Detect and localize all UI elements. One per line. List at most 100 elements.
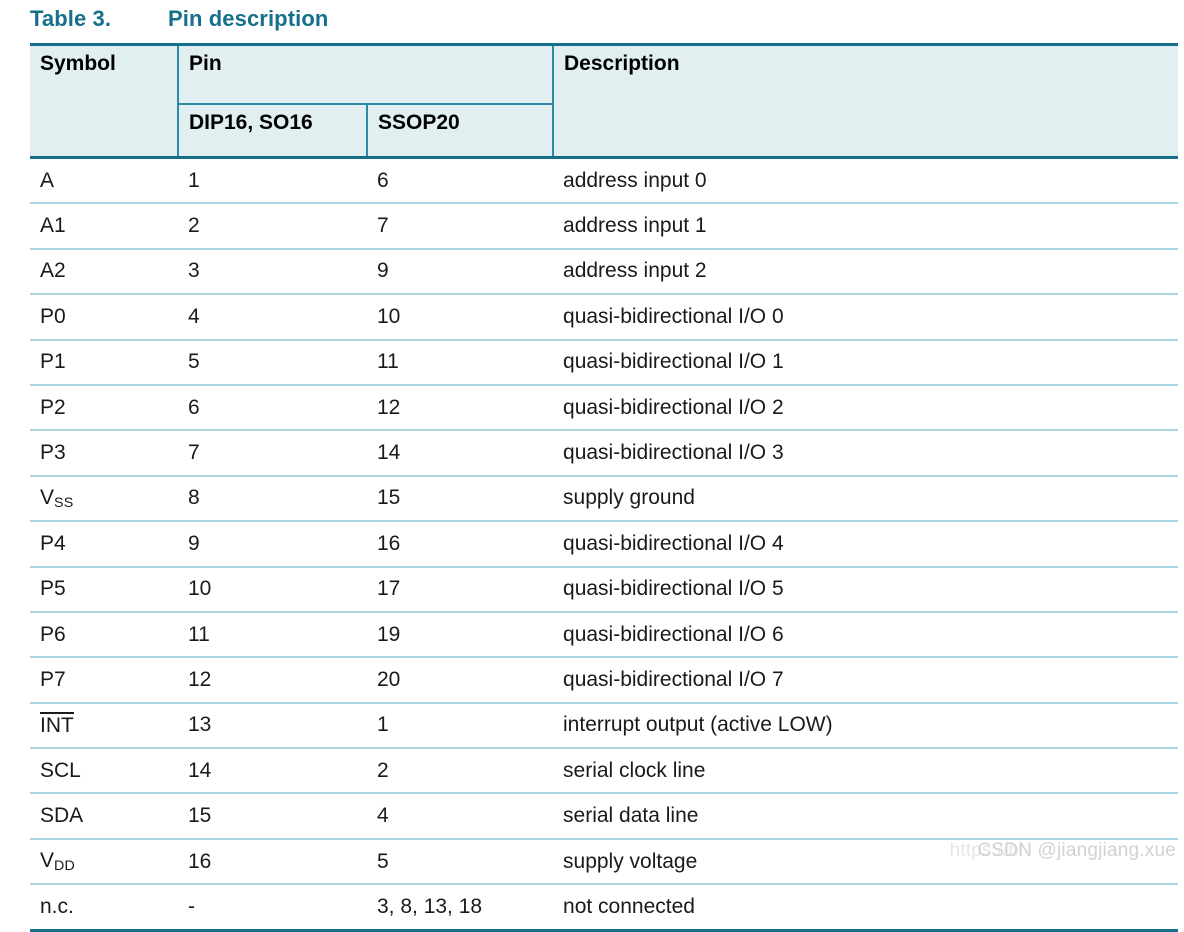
cell-symbol: VSS	[30, 475, 178, 523]
symbol-subscript: SS	[54, 495, 74, 511]
symbol-base: n.c.	[40, 894, 74, 918]
column-header-dip16-so16: DIP16, SO16	[177, 104, 367, 156]
cell-symbol: VDD	[30, 838, 178, 886]
symbol-base: P6	[40, 622, 66, 646]
cell-ssop20: 9	[367, 248, 554, 296]
cell-ssop20: 16	[367, 521, 554, 568]
table-row: P1 5 11 quasi-bidirectional I/O 1	[30, 339, 1179, 386]
symbol-text: P2	[40, 396, 66, 419]
symbol-text: A2	[40, 259, 66, 282]
cell-dip16-so16: 8	[178, 475, 367, 523]
cell-description: quasi-bidirectional I/O 2	[553, 384, 1179, 432]
cell-description: quasi-bidirectional I/O 3	[553, 430, 1179, 477]
cell-description: interrupt output (active LOW)	[553, 702, 1179, 750]
cell-dip16-so16: 11	[178, 611, 367, 659]
cell-symbol: A1	[30, 203, 178, 250]
symbol-text: P7	[40, 668, 66, 691]
cell-ssop20: 11	[367, 339, 554, 386]
column-header-description: Description	[552, 43, 1179, 156]
symbol-text: P1	[40, 350, 66, 373]
table-row: A2 3 9 address input 2	[30, 248, 1179, 296]
cell-symbol: P5	[30, 566, 178, 613]
cell-description: quasi-bidirectional I/O 6	[553, 611, 1179, 659]
cell-symbol: INT	[30, 702, 178, 750]
cell-ssop20: 7	[367, 203, 554, 250]
cell-description: address input 0	[553, 157, 1179, 205]
table-row: VSS 8 15 supply ground	[30, 475, 1179, 523]
cell-dip16-so16: 13	[178, 702, 367, 750]
cell-dip16-so16: 9	[178, 521, 367, 568]
table-row: SCL 14 2 serial clock line	[30, 748, 1179, 795]
cell-symbol: P4	[30, 521, 178, 568]
cell-ssop20: 6	[367, 157, 554, 205]
table-body: A 1 6 address input 0 A1 2 7 address input 1 A2 3…	[30, 157, 1179, 932]
cell-dip16-so16: 14	[178, 748, 367, 795]
table-row: P3 7 14 quasi-bidirectional I/O 3	[30, 430, 1179, 477]
symbol-base: P4	[40, 531, 66, 555]
cell-description: quasi-bidirectional I/O 1	[553, 339, 1179, 386]
cell-description: supply ground	[553, 475, 1179, 523]
cell-dip16-so16: 4	[178, 294, 367, 341]
symbol-text: P3	[40, 441, 66, 464]
pin-description-table: Symbol Pin Description DIP16, SO16 SSOP2…	[30, 43, 1179, 932]
table-row: n.c. -3, 8, 13, 18 not connected	[30, 884, 1179, 932]
table-row: P2 6 12 quasi-bidirectional I/O 2	[30, 384, 1179, 432]
symbol-base: SDA	[40, 804, 84, 828]
table-header: Symbol Pin Description DIP16, SO16 SSOP2…	[30, 43, 1179, 159]
cell-dip16-so16: 7	[178, 430, 367, 477]
symbol-base: A	[40, 168, 55, 192]
symbol-base: P7	[40, 667, 66, 691]
symbol-text: P6	[40, 623, 66, 646]
table-row: P4 9 16 quasi-bidirectional I/O 4	[30, 521, 1179, 568]
table-header-row-primary: Symbol Pin Description	[30, 43, 1179, 156]
cell-ssop20: 5	[367, 838, 554, 886]
symbol-text: P0	[40, 305, 66, 328]
symbol-text: P5	[40, 577, 66, 600]
symbol-base: INT	[40, 714, 74, 738]
cell-dip16-so16: 6	[178, 384, 367, 432]
cell-ssop20: 12	[367, 384, 554, 432]
cell-dip16-so16: 10	[178, 566, 367, 613]
cell-symbol: SDA	[30, 793, 178, 840]
cell-ssop20: 15	[367, 475, 554, 523]
cell-ssop20: 17	[367, 566, 554, 613]
cell-dip16-so16: -	[178, 884, 367, 932]
table-row: A 1 6 address input 0	[30, 157, 1179, 205]
symbol-base: P1	[40, 350, 66, 374]
symbol-text: A1	[40, 214, 66, 237]
symbol-text: SCL	[40, 759, 81, 782]
cell-dip16-so16: 5	[178, 339, 367, 386]
cell-symbol: P0	[30, 294, 178, 341]
column-header-ssop20: SSOP20	[365, 104, 554, 156]
table-caption-label: Table 3.	[30, 6, 112, 31]
symbol-text: n.c.	[40, 895, 74, 918]
table-row: P0 4 10 quasi-bidirectional I/O 0	[30, 294, 1179, 341]
table-row: SDA 15 4 serial data line	[30, 793, 1179, 840]
cell-description: quasi-bidirectional I/O 7	[553, 657, 1179, 704]
symbol-text: INT	[40, 712, 74, 737]
table-row: VDD 16 5 supply voltage	[30, 838, 1179, 886]
cell-ssop20: 10	[367, 294, 554, 341]
cell-ssop20: 4	[367, 793, 554, 840]
table-row: P6 11 19 quasi-bidirectional I/O 6	[30, 611, 1179, 659]
cell-ssop20: 3, 8, 13, 18	[367, 884, 554, 932]
cell-ssop20: 1	[367, 702, 554, 750]
cell-description: address input 1	[553, 203, 1179, 250]
table-row: A1 2 7 address input 1	[30, 203, 1179, 250]
symbol-text: VDD	[40, 849, 75, 874]
symbol-base: P2	[40, 395, 66, 419]
symbol-base: A2	[40, 259, 66, 283]
cell-ssop20: 14	[367, 430, 554, 477]
cell-ssop20: 2	[367, 748, 554, 795]
cell-description: supply voltage	[553, 838, 1179, 886]
cell-symbol: P2	[30, 384, 178, 432]
table-row: P5 10 17 quasi-bidirectional I/O 5	[30, 566, 1179, 613]
table-caption: Table 3. Pin description	[30, 6, 328, 32]
cell-symbol: P3	[30, 430, 178, 477]
symbol-base: P3	[40, 441, 66, 465]
symbol-base: P0	[40, 304, 66, 328]
cell-symbol: n.c.	[30, 884, 178, 932]
symbol-base: A1	[40, 214, 66, 238]
symbol-text: P4	[40, 532, 66, 555]
cell-description: not connected	[553, 884, 1179, 932]
